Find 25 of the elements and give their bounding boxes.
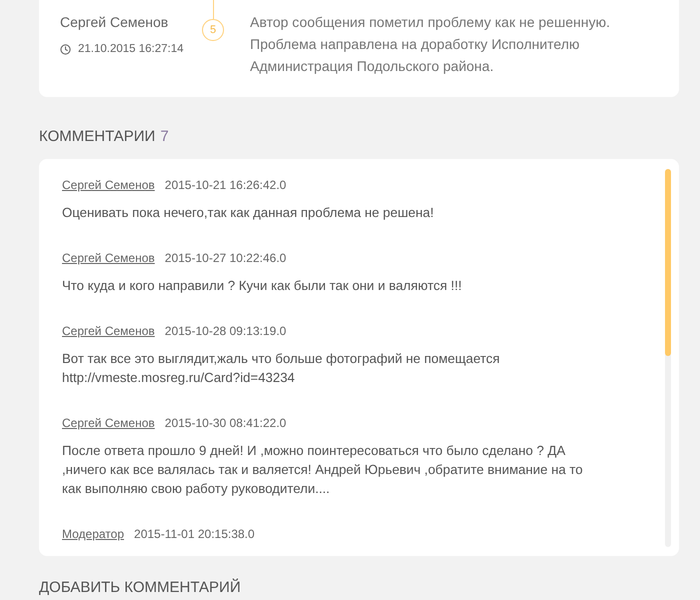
author-link[interactable]: Сергей Семенов xyxy=(62,250,155,266)
comment-text: После ответа прошло 9 дней! И ,можно поинтересоваться что было сделано ? ДА ,ничего как все валялась так и валяется! Андрей Юрьевич ,обратите внимание на то как выполняю свою работу руководители.... xyxy=(62,442,584,498)
scrollbar-thumb[interactable] xyxy=(665,169,671,356)
comment-text: Оценивать пока нечего,так как данная проблема не решена! xyxy=(62,204,435,222)
comment-text: Вот так все это выглядит,жаль что больше фотографий не помещается http://vmeste.mosreg.ru/Card?id=43234 xyxy=(62,350,501,387)
step-number: 5 xyxy=(202,19,224,41)
timeline-line xyxy=(212,0,214,19)
comment-date: 2015-10-27 10:22:46.0 xyxy=(164,250,286,266)
add-comment-title: ДОБАВИТЬ КОММЕНТАРИЙ xyxy=(39,578,241,598)
comment-date: 2015-11-01 20:15:38.0 xyxy=(134,526,255,542)
section-title: КОММЕНТАРИИ xyxy=(39,127,156,147)
scrollbar-track[interactable] xyxy=(665,169,671,547)
comment-date: 2015-10-21 16:26:42.0 xyxy=(164,177,286,193)
author-link[interactable]: Сергей Семенов xyxy=(62,323,155,339)
author-name: Сергей Семенов xyxy=(60,13,170,31)
clock-icon xyxy=(60,44,71,54)
comment-date: 2015-10-28 09:13:19.0 xyxy=(164,323,286,339)
comment-count: 7 xyxy=(160,127,169,147)
history-message: Автор сообщения пометил проблему как не решенную. Проблема направлена на доработку Исполнителю Администрация Подольского района. xyxy=(250,13,611,76)
timestamp: 21.10.2015 16:27:14 xyxy=(78,42,184,57)
author-link[interactable]: Сергей Семенов xyxy=(62,415,155,431)
author-link[interactable]: Сергей Семенов xyxy=(62,177,155,193)
comment-text: Что куда и кого направили ? Кучи как были так они и валяются !!! xyxy=(62,277,463,295)
author-link[interactable]: Модератор xyxy=(62,526,124,542)
comment-date: 2015-10-30 08:41:22.0 xyxy=(164,415,286,431)
